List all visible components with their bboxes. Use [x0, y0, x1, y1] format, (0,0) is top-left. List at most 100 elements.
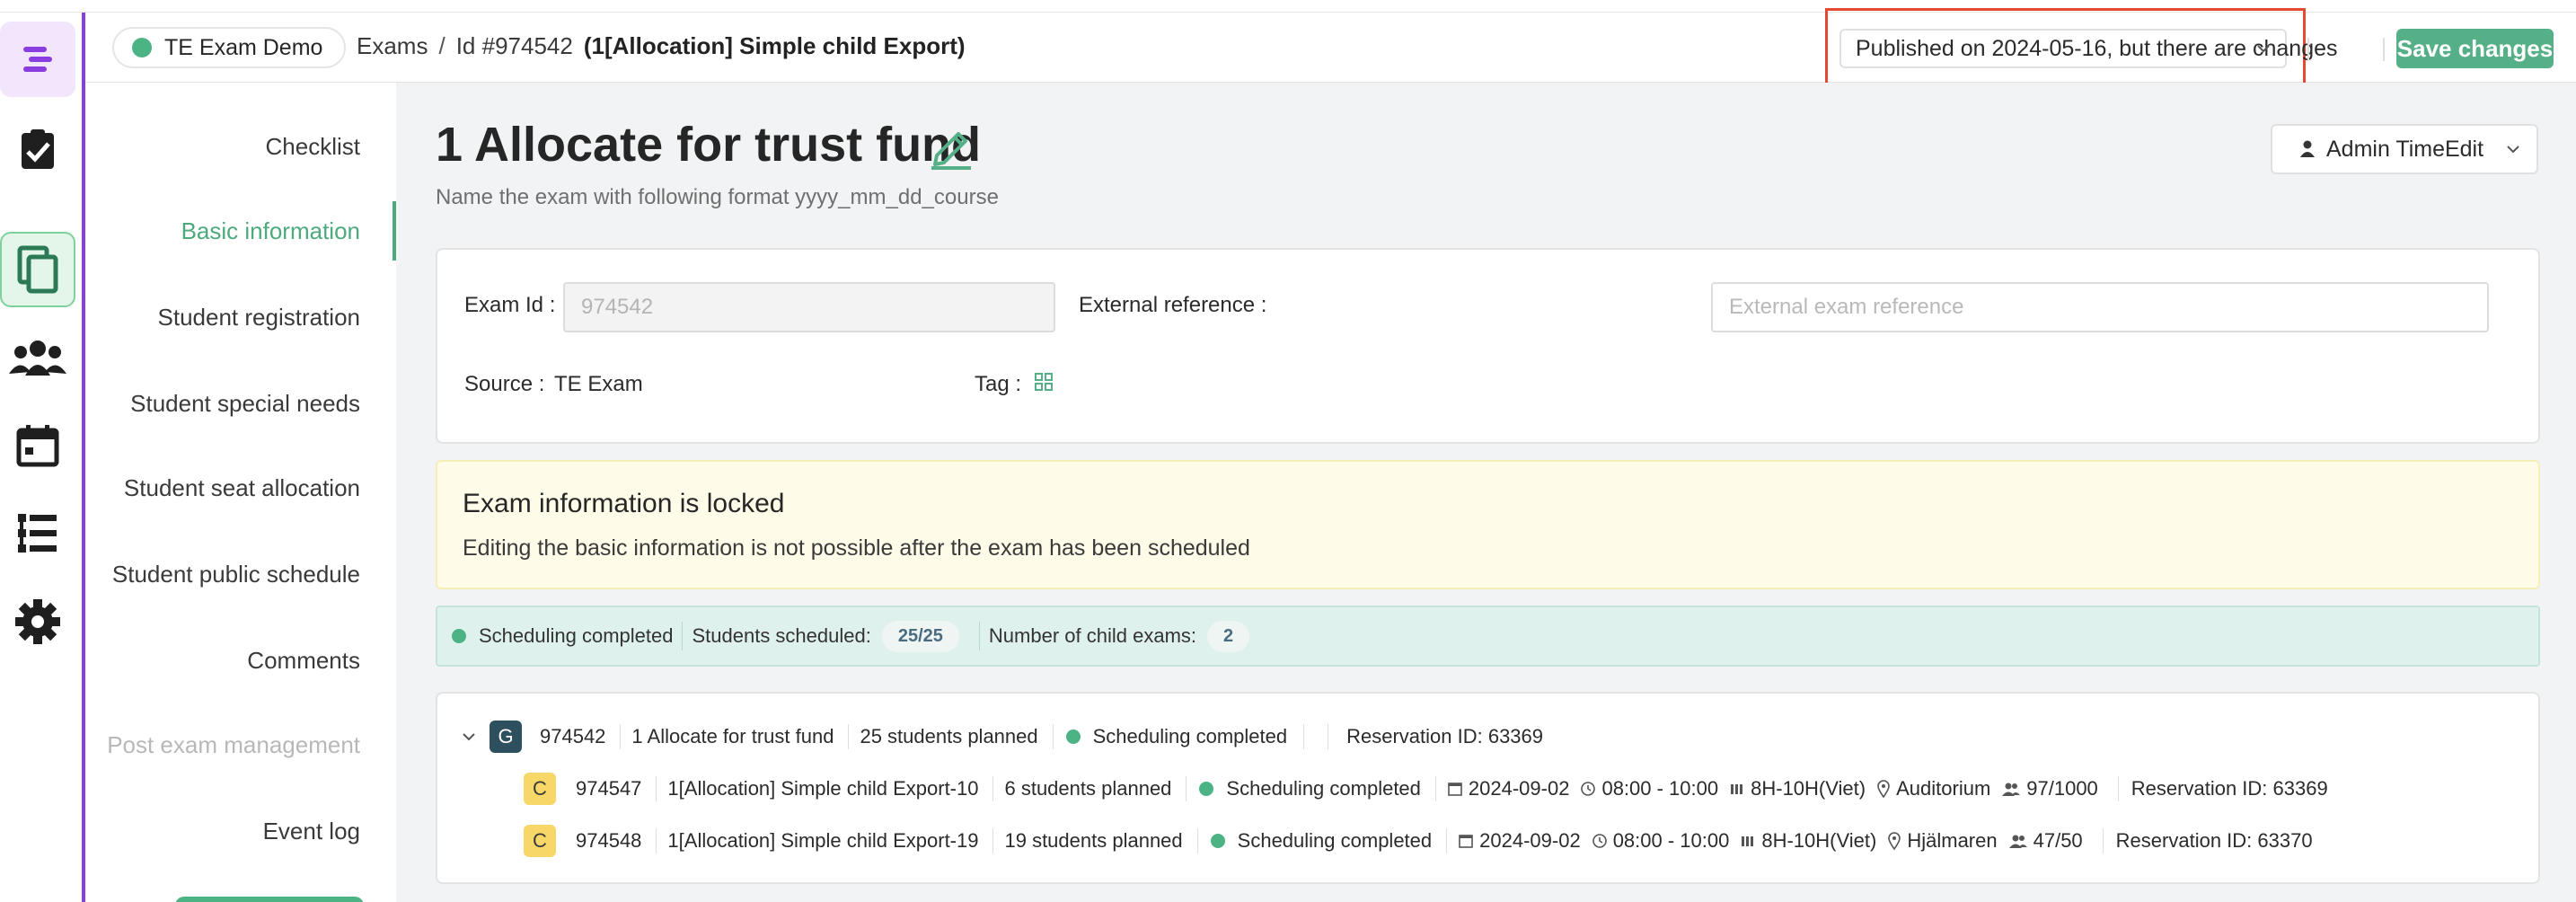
- bars-icon: [1731, 784, 1743, 794]
- exam-room: Hjälmaren: [1907, 829, 1998, 852]
- tree-row-parent[interactable]: G 974542 1 Allocate for trust fund 25 st…: [459, 719, 1543, 755]
- tree-row-child[interactable]: C 974547 1[Allocation] Simple child Expo…: [524, 771, 2328, 807]
- source-value: TE Exam: [554, 372, 643, 396]
- exam-room: Auditorium: [1896, 777, 1991, 800]
- clock-icon: [1592, 834, 1607, 848]
- status-dot: [1210, 834, 1225, 848]
- users-icon[interactable]: [0, 320, 75, 395]
- students-scheduled-label: Students scheduled:: [692, 624, 871, 647]
- save-changes-button[interactable]: Save changes: [2396, 29, 2554, 68]
- status-divider: [978, 622, 980, 650]
- list-icon[interactable]: [0, 496, 75, 571]
- gear-icon[interactable]: [0, 584, 75, 659]
- students-scheduled-badge: 25/25: [881, 620, 959, 652]
- page-subtitle: Name the exam with following format yyyy…: [436, 185, 999, 209]
- section-checklist[interactable]: Checklist: [266, 133, 360, 161]
- section-student-seat-allocation[interactable]: Student seat allocation: [124, 474, 360, 502]
- header-divider: [2307, 38, 2309, 61]
- basic-info-card: Exam Id : 974542 External reference : Ex…: [436, 248, 2540, 444]
- locked-notice-title: Exam information is locked: [463, 489, 785, 518]
- calendar-icon[interactable]: [0, 408, 75, 483]
- reservation-id: Reservation ID: 63369: [2130, 777, 2328, 800]
- status-divider: [682, 622, 684, 650]
- row-divider: [1186, 776, 1187, 801]
- status-dot: [452, 629, 466, 643]
- group-badge: G: [490, 721, 522, 753]
- scheduling-status: Scheduling completed: [1226, 777, 1421, 800]
- child-badge: C: [524, 825, 556, 857]
- exam-tree-card: G 974542 1 Allocate for trust fund 25 st…: [436, 692, 2540, 884]
- exam-group: 8H-10H(Viet): [1761, 829, 1877, 852]
- room-capacity: 47/50: [2033, 829, 2083, 852]
- breadcrumb-exam-name: (1[Allocation] Simple child Export): [583, 32, 966, 59]
- chevron-down-icon[interactable]: [459, 727, 479, 747]
- main-content: 1 Allocate for trust fund Name the exam …: [396, 83, 2576, 902]
- calendar-icon: [1459, 835, 1473, 848]
- app-rail: [0, 13, 84, 902]
- row-divider: [1303, 724, 1305, 749]
- exam-date: 2024-09-02: [1468, 777, 1570, 800]
- exam-id: 974542: [540, 725, 606, 747]
- user-icon: [2300, 140, 2315, 157]
- child-exams-badge: 2: [1207, 620, 1250, 652]
- exam-date: 2024-09-02: [1479, 829, 1581, 852]
- section-basic-information[interactable]: Basic information: [181, 217, 360, 245]
- students-planned: 25 students planned: [860, 725, 1038, 747]
- scheduling-status: Scheduling completed: [1237, 829, 1433, 852]
- page-title: 1 Allocate for trust fund: [436, 118, 982, 172]
- publish-status-select[interactable]: Published on 2024-05-16, but there are c…: [1839, 29, 2338, 68]
- scheduling-status: Scheduling completed: [479, 624, 674, 647]
- user-menu-button[interactable]: Admin TimeEdit: [2271, 124, 2538, 174]
- locked-notice-text: Editing the basic information is not pos…: [463, 535, 1250, 561]
- child-badge: C: [524, 773, 556, 805]
- room-capacity: 97/1000: [2026, 777, 2098, 800]
- status-dot: [1065, 730, 1081, 744]
- exam-name: 1[Allocation] Simple child Export-10: [667, 777, 979, 800]
- people-icon: [2002, 783, 2021, 796]
- section-student-special-needs[interactable]: Student special needs: [130, 390, 360, 418]
- location-pin-icon: [1877, 780, 1890, 798]
- org-switcher[interactable]: TE Exam Demo: [112, 27, 347, 68]
- reservation-id: Reservation ID: 63370: [2115, 829, 2313, 852]
- top-header: TE Exam Demo Exams / Id #974542 (1[Alloc…: [85, 8, 2576, 100]
- section-event-log[interactable]: Event log: [263, 818, 360, 845]
- pencil-edit-icon[interactable]: [928, 123, 975, 170]
- breadcrumb-exams-link[interactable]: Exams: [357, 32, 428, 60]
- calendar-icon: [1448, 783, 1462, 796]
- row-divider: [1052, 724, 1054, 749]
- row-divider: [656, 828, 657, 853]
- location-pin-icon: [1888, 832, 1901, 850]
- exam-name: 1 Allocate for trust fund: [631, 725, 834, 747]
- section-nav-action-button[interactable]: [175, 897, 364, 902]
- students-planned: 19 students planned: [1004, 829, 1183, 852]
- reservation-id: Reservation ID: 63369: [1346, 725, 1544, 747]
- user-menu-label: Admin TimeEdit: [2326, 136, 2484, 162]
- tag-label: Tag :: [975, 372, 1022, 396]
- external-reference-input[interactable]: External exam reference: [1711, 282, 2489, 332]
- org-name: TE Exam Demo: [164, 34, 323, 60]
- students-planned: 6 students planned: [1004, 777, 1172, 800]
- external-reference-label: External reference :: [1079, 293, 1267, 317]
- section-student-registration[interactable]: Student registration: [158, 304, 360, 332]
- row-divider: [1446, 828, 1448, 853]
- row-divider: [1434, 776, 1436, 801]
- logo-icon[interactable]: [0, 22, 75, 97]
- bars-icon: [1742, 836, 1754, 846]
- row-divider: [2117, 776, 2119, 801]
- header-divider: [2383, 38, 2385, 61]
- chevron-down-icon: [2507, 146, 2519, 154]
- clock-icon: [1581, 782, 1596, 796]
- tree-row-child[interactable]: C 974548 1[Allocation] Simple child Expo…: [524, 823, 2313, 859]
- breadcrumb-exam-id: Id #974542: [455, 32, 573, 59]
- copy-icon[interactable]: [0, 232, 75, 307]
- section-comments[interactable]: Comments: [247, 647, 360, 675]
- exam-time: 08:00 - 10:00: [1601, 777, 1719, 800]
- clipboard-check-icon[interactable]: [0, 111, 75, 187]
- tag-picker-icon[interactable]: [1034, 372, 1054, 392]
- exam-id: 974548: [576, 829, 642, 852]
- source-label: Source :: [464, 372, 545, 396]
- scheduling-status: Scheduling completed: [1092, 725, 1288, 747]
- section-student-public-schedule[interactable]: Student public schedule: [112, 561, 360, 588]
- row-divider: [656, 776, 657, 801]
- row-divider: [992, 776, 994, 801]
